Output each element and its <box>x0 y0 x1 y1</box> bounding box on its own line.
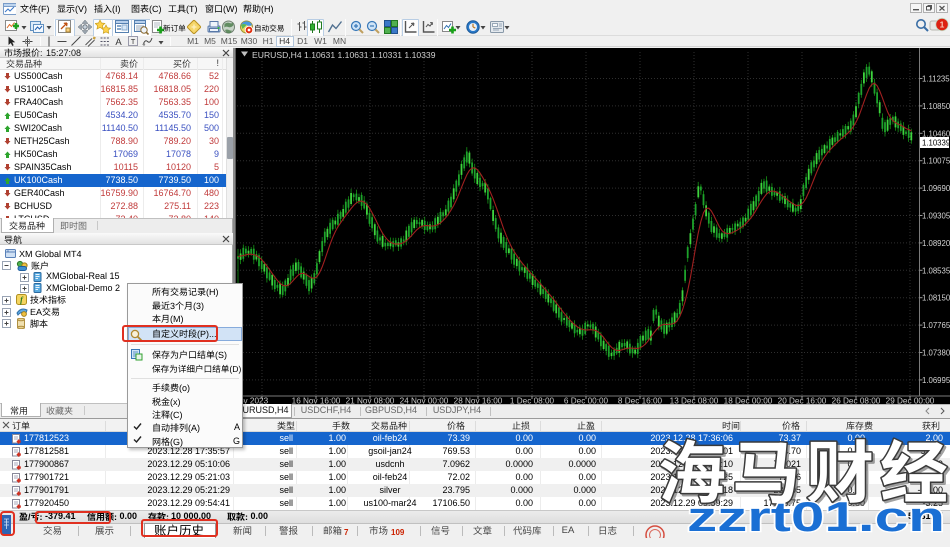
svg-text:1.10850: 1.10850 <box>922 102 950 111</box>
svg-text:zzrt01.cn: zzrt01.cn <box>687 498 945 538</box>
svg-text:1.10339: 1.10339 <box>922 139 950 148</box>
svg-text:1.08150: 1.08150 <box>922 294 950 303</box>
svg-text:T: T <box>131 37 136 46</box>
svg-text:1: 1 <box>940 20 945 30</box>
svg-text:1.08920: 1.08920 <box>922 239 950 248</box>
svg-text:1.06995: 1.06995 <box>922 376 950 385</box>
svg-text:A: A <box>115 37 122 47</box>
svg-text:1.07765: 1.07765 <box>922 321 950 330</box>
svg-text:1.11235: 1.11235 <box>922 75 950 84</box>
svg-text:1.09305: 1.09305 <box>922 212 950 221</box>
svg-text:1.07380: 1.07380 <box>922 349 950 358</box>
svg-text:1.10075: 1.10075 <box>922 157 950 166</box>
svg-text:1.10460: 1.10460 <box>922 129 950 138</box>
svg-text:1.09690: 1.09690 <box>922 184 950 193</box>
svg-text:1.08535: 1.08535 <box>922 266 950 275</box>
svg-text:EURUSD,H4 1.10631 1.10631 1.1: EURUSD,H4 1.10631 1.10631 1.10331 1.1033… <box>252 50 436 60</box>
